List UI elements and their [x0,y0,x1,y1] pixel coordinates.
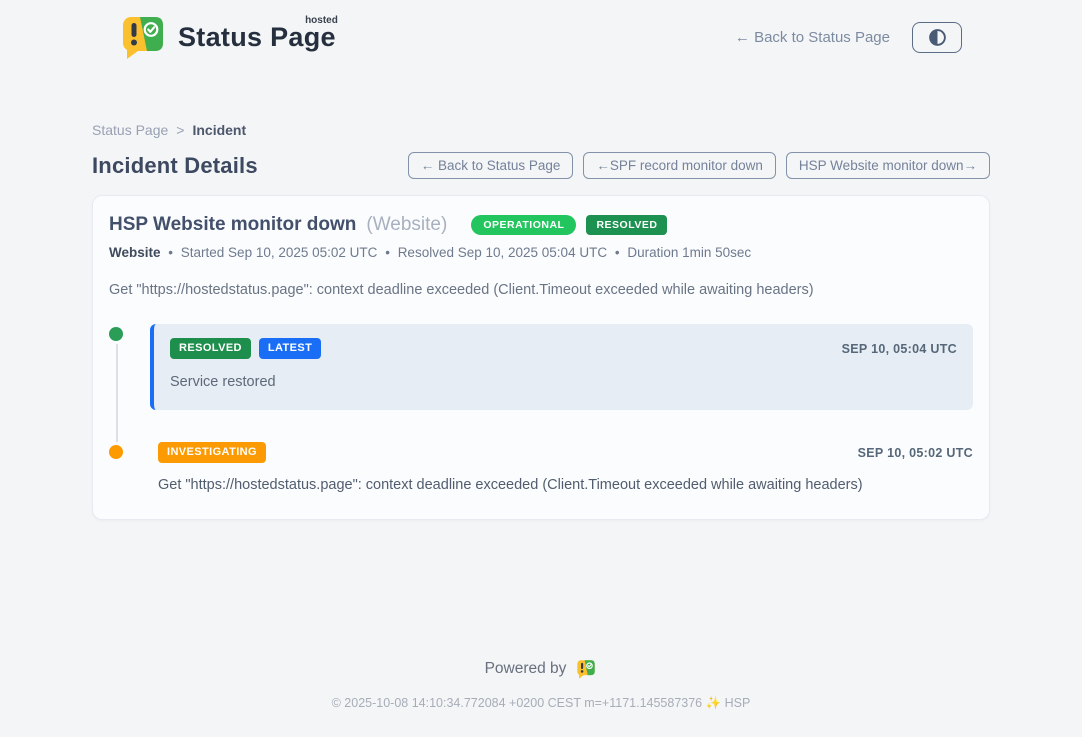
status-page-logo-icon [118,14,168,60]
incident-description: Get "https://hostedstatus.page": context… [109,282,973,298]
hsp-logo-icon [575,659,597,679]
next-incident-button[interactable]: HSP Website monitor down→ [786,152,990,179]
timeline-entry-resolved: RESOLVED LATEST SEP 10, 05:04 UTC Servic… [150,324,973,410]
incident-card: HSP Website monitor down (Website) OPERA… [92,195,990,520]
timeline-latest-badge: LATEST [259,338,321,359]
prev-incident-button[interactable]: ←SPF record monitor down [583,152,776,179]
breadcrumb-status-page-link[interactable]: Status Page [92,122,168,138]
timeline-resolved-badge: RESOLVED [170,338,251,359]
theme-toggle-button[interactable] [912,22,962,53]
footer: Powered by © 2025-10-08 14:10:34.772084 … [0,659,1082,737]
incident-title: HSP Website monitor down [109,214,356,236]
timeline-timestamp: SEP 10, 05:02 UTC [858,446,973,460]
contrast-icon [928,28,947,47]
breadcrumb-separator: > [176,122,184,138]
breadcrumb-current-incident: Incident [192,122,246,138]
incident-timeline: RESOLVED LATEST SEP 10, 05:04 UTC Servic… [109,324,973,493]
timeline-timestamp: SEP 10, 05:04 UTC [842,342,957,356]
main-content: Status Page > Incident Incident Details … [92,60,990,520]
incident-meta: Website • Started Sep 10, 2025 05:02 UTC… [109,245,973,260]
header: Status Page hosted ← Back to Status Page [0,0,1082,60]
incident-nav-buttons: ← Back to Status Page ←SPF record monito… [408,152,990,179]
incident-started-time: Started Sep 10, 2025 05:02 UTC [181,245,378,260]
timeline-dot-investigating [109,445,123,459]
timeline-message: Get "https://hostedstatus.page": context… [158,477,973,493]
brand-name: Status Page [178,22,336,52]
timeline-message: Service restored [170,374,957,390]
header-back-to-status-page-link[interactable]: ← Back to Status Page [735,29,890,46]
timeline-entry-investigating: INVESTIGATING SEP 10, 05:02 UTC Get "htt… [150,442,973,493]
powered-by-label: Powered by [485,660,567,678]
brand-logo[interactable]: Status Page hosted [118,14,336,60]
timeline-dot-resolved [109,327,123,341]
incident-resolved-time: Resolved Sep 10, 2025 05:04 UTC [398,245,607,260]
copyright-text: © 2025-10-08 14:10:34.772084 +0200 CEST … [0,696,1082,711]
incident-group-label: (Website) [366,214,447,236]
incident-duration: Duration 1min 50sec [627,245,751,260]
timeline-connector [116,338,118,447]
incident-service-name: Website [109,245,161,260]
back-to-status-page-button[interactable]: ← Back to Status Page [408,152,574,179]
timeline-investigating-badge: INVESTIGATING [158,442,266,463]
operational-status-badge: OPERATIONAL [471,215,576,236]
brand-hosted-superscript: hosted [305,15,338,26]
page-title: Incident Details [92,153,258,179]
powered-by-link[interactable]: Powered by [0,659,1082,679]
resolved-status-badge: RESOLVED [586,215,667,236]
breadcrumb: Status Page > Incident [92,122,990,138]
